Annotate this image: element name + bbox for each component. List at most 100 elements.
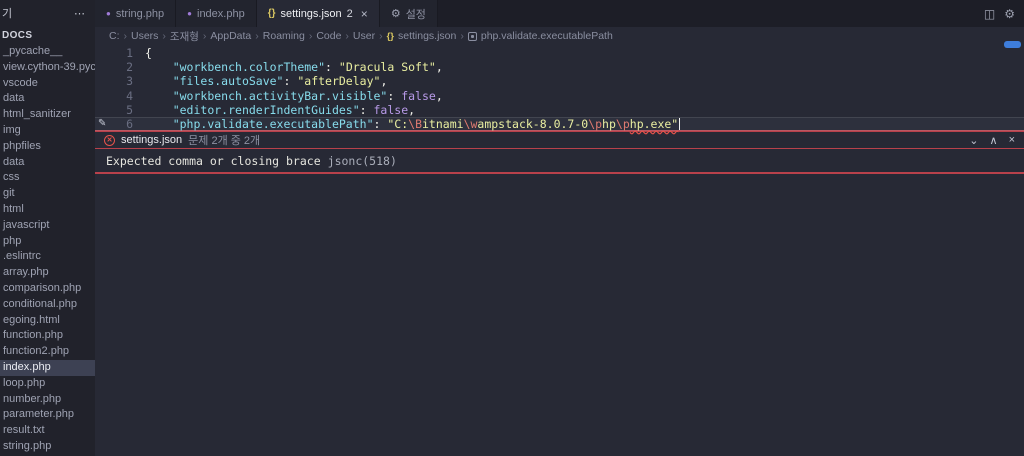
close-icon[interactable]: × xyxy=(1009,134,1015,146)
folder-section-header[interactable]: DOCS xyxy=(0,26,95,44)
split-editor-icon[interactable]: ◫ xyxy=(984,7,995,21)
problem-entry[interactable]: Expected comma or closing brace jsonc(51… xyxy=(95,149,1024,174)
breadcrumb-separator: › xyxy=(123,30,128,42)
file-tree-item[interactable]: git xyxy=(0,186,95,202)
json-icon: {} xyxy=(386,30,394,42)
vscode-window: 기 ⋯ DOCS _pycache__ view.cython-39.pyc vsc… xyxy=(0,0,1024,456)
file-tree-item[interactable]: parameter.php xyxy=(0,407,95,423)
file-tree-item[interactable]: loop.php xyxy=(0,376,95,392)
file-tree-item[interactable]: html_sanitizer xyxy=(0,107,95,123)
breadcrumb-item[interactable]: Users xyxy=(131,30,158,42)
file-tree-item[interactable]: string.php xyxy=(0,439,95,455)
breadcrumb: C: › Users › 조재형 › AppData › Roaming › Code › User ›{… xyxy=(95,27,1024,45)
line-number: 4 xyxy=(126,88,133,103)
code-token: , xyxy=(435,88,443,103)
code-token: \p xyxy=(615,116,630,131)
explorer-header: 기 ⋯ xyxy=(0,0,95,26)
file-tree-item[interactable]: comparison.php xyxy=(0,281,95,297)
code-lines: 1{2 "workbench.colorTheme": "Dracula Sof… xyxy=(95,46,1024,132)
close-icon[interactable]: × xyxy=(361,7,368,21)
code-token: \B xyxy=(408,116,422,131)
php-icon: ● xyxy=(106,9,111,18)
tab-problems-badge: 2 xyxy=(346,7,353,20)
file-tree-item[interactable]: array.php xyxy=(0,265,95,281)
breadcrumb-separator: › xyxy=(308,30,313,42)
code-editor[interactable]: 1{2 "workbench.colorTheme": "Dracula Sof… xyxy=(95,41,1024,132)
code-text: "php.validate.executablePath": "C:\Bitna… xyxy=(133,116,681,131)
file-tree-item[interactable]: data xyxy=(0,155,95,171)
code-line[interactable]: ✎ 6 "php.validate.executablePath": "C:\Bi… xyxy=(95,116,1024,132)
breadcrumb-item[interactable]: Roaming xyxy=(263,30,305,42)
file-tree-item[interactable]: css xyxy=(0,170,95,186)
code-token: hp xyxy=(602,116,616,131)
code-token: "workbench.activityBar.visible" xyxy=(172,88,388,103)
error-icon: ✕ xyxy=(104,134,115,146)
file-tree-item[interactable]: phpfiles xyxy=(0,139,95,155)
file-tree-item[interactable]: result.txt xyxy=(0,423,95,439)
explorer-title: 기 xyxy=(2,8,13,20)
file-tree-item[interactable]: .eslintrc xyxy=(0,249,95,265)
pencil-icon[interactable]: ✎ xyxy=(98,117,106,131)
code-line[interactable]: 3 "files.autoSave": "afterDelay", xyxy=(95,74,1024,88)
tab-settings.json[interactable]: {} settings.json 2 × xyxy=(256,0,380,27)
text-cursor xyxy=(679,118,681,131)
file-tree-item[interactable]: img xyxy=(0,123,95,139)
scrollbar-slider[interactable] xyxy=(1004,41,1021,48)
file-tree-item[interactable]: javascript xyxy=(0,218,95,234)
tab-설정[interactable]: ⚙ 설정 xyxy=(379,0,438,27)
breadcrumb-separator: › xyxy=(255,30,259,42)
line-number: 3 xyxy=(126,74,133,89)
breadcrumb-item[interactable]: C: xyxy=(109,30,120,42)
file-tree-item[interactable]: function.php xyxy=(0,328,95,344)
code-token: "afterDelay" xyxy=(297,74,381,89)
code-line[interactable]: 1{ xyxy=(95,46,1024,60)
file-tree-item[interactable]: number.php xyxy=(0,392,95,408)
problem-message: Expected comma or closing brace xyxy=(106,153,321,168)
code-token: "files.autoSave" xyxy=(172,74,284,89)
code-line[interactable]: 5 "editor.renderIndentGuides": false, xyxy=(95,103,1024,117)
file-tree-item[interactable]: index.php xyxy=(0,359,95,376)
problem-source: jsonc(518) xyxy=(327,153,397,168)
file-tree-item[interactable]: _pycache__ xyxy=(0,44,95,60)
tab-bar: ● string.php ● index.php {} settings.json 2 × ⚙ 설… xyxy=(95,0,1024,27)
file-tree-item[interactable]: egoing.html xyxy=(0,313,95,329)
code-line[interactable]: 2 "workbench.colorTheme": "Dracula Soft"… xyxy=(95,60,1024,74)
breadcrumb-item[interactable]: Code xyxy=(316,30,341,42)
breadcrumb-item[interactable]: AppData xyxy=(210,30,251,42)
file-tree-item[interactable]: view.cython-39.pyc xyxy=(0,60,95,76)
file-tree-item[interactable]: vscode xyxy=(0,76,95,92)
code-text: "workbench.colorTheme": "Dracula Soft", xyxy=(133,60,443,74)
code-token: , xyxy=(380,74,388,89)
more-actions-icon[interactable]: ⋯ xyxy=(74,7,86,20)
code-token: "php.validate.executablePath" xyxy=(172,116,374,131)
chevron-down-icon[interactable]: ⌄ xyxy=(969,134,978,147)
breadcrumb-item[interactable]: 조재형 xyxy=(170,29,199,44)
explorer-sidebar: 기 ⋯ DOCS _pycache__ view.cython-39.pyc vsc… xyxy=(0,0,95,456)
chevron-up-icon[interactable]: ∧ xyxy=(990,134,998,147)
code-text: "workbench.activityBar.visible": false, xyxy=(133,89,443,103)
file-tree-item[interactable]: html xyxy=(0,202,95,218)
code-token: , xyxy=(435,60,443,75)
code-text: "editor.renderIndentGuides": false, xyxy=(133,103,415,117)
code-token: : xyxy=(387,88,402,103)
tab-string.php[interactable]: ● string.php xyxy=(95,0,177,27)
breadcrumb-item[interactable]: settings.json xyxy=(398,30,456,42)
code-token: : xyxy=(325,60,339,75)
file-tree-item[interactable]: conditional.php xyxy=(0,297,95,313)
file-tree-item[interactable]: function2.php xyxy=(0,344,95,360)
file-tree-item[interactable]: php xyxy=(0,234,95,250)
code-token: itnami xyxy=(422,116,464,131)
code-token: hp.exe" xyxy=(629,116,679,131)
code-line[interactable]: 4 "workbench.activityBar.visible": false… xyxy=(95,89,1024,103)
breadcrumb-separator: › xyxy=(460,30,464,42)
tab-label: index.php xyxy=(197,7,245,20)
problems-count: 문제 2개 중 2개 xyxy=(188,135,261,147)
breadcrumb-item[interactable]: php.validate.executablePath xyxy=(481,30,613,42)
tab-label: string.php xyxy=(115,7,165,20)
file-tree-item[interactable]: data xyxy=(0,91,95,107)
gear-icon[interactable]: ⚙ xyxy=(1004,7,1015,21)
tab-index.php[interactable]: ● index.php xyxy=(176,0,257,27)
breadcrumb-item[interactable]: User xyxy=(353,30,375,42)
problems-header: ✕ settings.json 문제 2개 중 2개 ⌄ ∧ × xyxy=(95,132,1024,149)
